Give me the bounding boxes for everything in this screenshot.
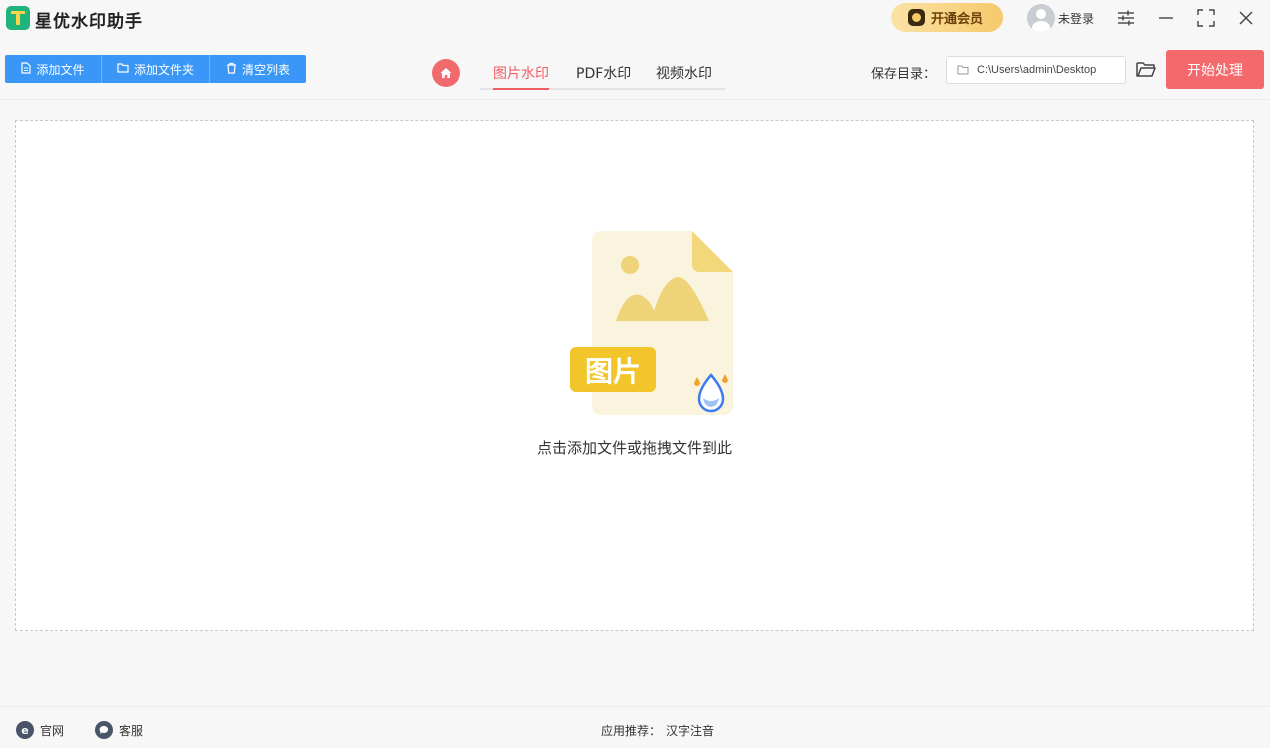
add-file-button[interactable]: 添加文件 [5, 55, 102, 83]
active-tab-indicator [493, 88, 549, 90]
drop-hint-text: 点击添加文件或拖拽文件到此 [536, 439, 732, 457]
service-label: 客服 [119, 723, 144, 738]
maximize-icon [1197, 9, 1215, 27]
clear-list-button[interactable]: 清空列表 [210, 55, 306, 83]
watermark-tabs: 图片水印 PDF水印 视频水印 [480, 55, 725, 90]
recommend-app-link[interactable]: 汉字注音 [666, 722, 714, 739]
vip-button[interactable]: 开通会员 [891, 3, 1003, 32]
clear-list-label: 清空列表 [241, 62, 290, 77]
file-drop-zone[interactable]: 图片 点击添加文件或拖拽文件到此 [15, 120, 1254, 631]
title-bar: 星优水印助手 开通会员 未登录 [0, 0, 1270, 36]
minimize-button[interactable] [1154, 6, 1178, 30]
tab-image-watermark[interactable]: 图片水印 [493, 63, 549, 83]
maximize-button[interactable] [1194, 6, 1218, 30]
file-button-group: 添加文件 添加文件夹 清空列表 [5, 55, 306, 83]
settings-sliders-button[interactable] [1114, 6, 1138, 30]
save-path-field[interactable]: C:\Users\admin\Desktop [946, 56, 1126, 84]
close-button[interactable] [1234, 6, 1258, 30]
trash-icon [226, 62, 237, 77]
website-link[interactable]: e 官网 [16, 721, 64, 739]
tab-pdf-watermark[interactable]: PDF水印 [576, 63, 631, 83]
add-folder-label: 添加文件夹 [133, 62, 194, 77]
folder-icon [117, 62, 129, 76]
tab-video-watermark[interactable]: 视频水印 [656, 63, 712, 83]
footer: e 官网 客服 应用推荐： 汉字注音 [0, 706, 1270, 748]
image-badge-text: 图片 [585, 355, 641, 388]
home-button[interactable] [432, 59, 460, 87]
folder-icon [957, 65, 969, 75]
avatar[interactable] [1027, 4, 1055, 32]
app-title: 星优水印助手 [35, 12, 143, 32]
save-path-value: C:\Users\admin\Desktop [977, 64, 1097, 76]
vip-label: 开通会员 [931, 12, 984, 27]
sliders-icon [1118, 10, 1134, 26]
file-icon [21, 61, 32, 77]
home-icon [440, 68, 452, 78]
minimize-icon [1159, 17, 1173, 19]
browser-icon: e [16, 721, 34, 739]
crown-icon [908, 9, 925, 26]
add-file-label: 添加文件 [36, 62, 85, 77]
website-label: 官网 [40, 723, 65, 738]
customer-service-link[interactable]: 客服 [95, 721, 143, 739]
open-folder-icon [1136, 62, 1156, 77]
image-file-illustration: 图片 [570, 231, 733, 415]
close-icon [1239, 11, 1253, 25]
toolbar: 添加文件 添加文件夹 清空列表 图片水印 PDF水印 视频水印 保存目录： C:… [0, 36, 1270, 100]
add-folder-button[interactable]: 添加文件夹 [102, 55, 210, 83]
recommend-label: 应用推荐： [601, 724, 662, 738]
login-label[interactable]: 未登录 [1058, 10, 1094, 27]
save-dir-label: 保存目录： [871, 67, 937, 82]
chat-icon [95, 721, 113, 739]
start-processing-button[interactable]: 开始处理 [1166, 50, 1264, 89]
browse-folder-button[interactable] [1135, 59, 1157, 79]
app-logo-icon [6, 6, 30, 30]
